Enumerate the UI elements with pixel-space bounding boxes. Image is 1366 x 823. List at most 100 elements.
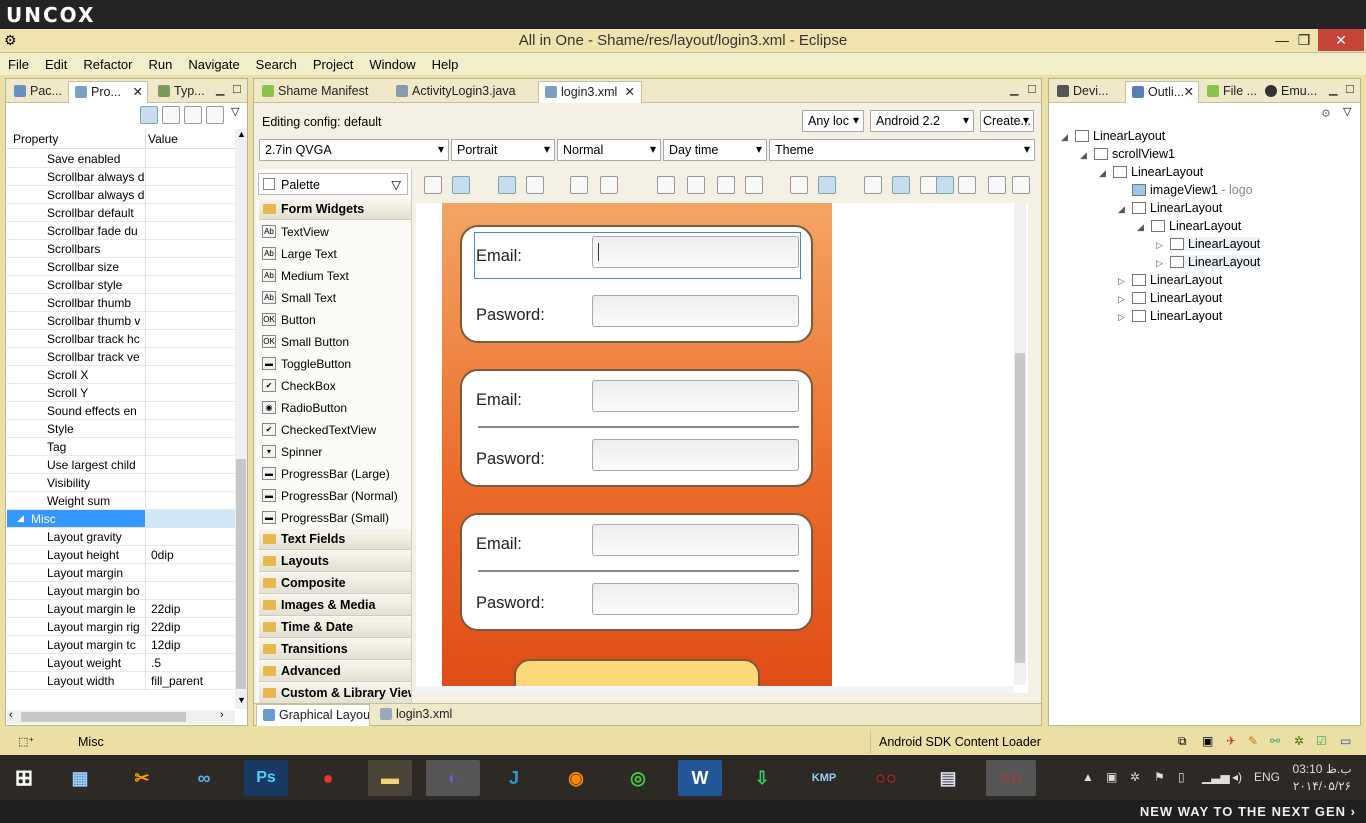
tray-volume-icon[interactable]: ◂) bbox=[1232, 770, 1242, 784]
collapse-icon[interactable]: ◢ bbox=[1118, 204, 1125, 215]
palette-item[interactable]: Ab Medium Text bbox=[259, 265, 409, 287]
property-value[interactable]: 22dip bbox=[145, 618, 235, 636]
property-value[interactable] bbox=[145, 492, 235, 510]
property-row[interactable]: Scrollbar always d bbox=[7, 186, 235, 204]
scroll-left-icon[interactable]: ‹ bbox=[9, 709, 13, 721]
menu-search[interactable]: Search bbox=[248, 57, 305, 72]
property-value[interactable] bbox=[145, 240, 235, 258]
palette-item[interactable]: Ab Large Text bbox=[259, 243, 409, 265]
view-menu-icon[interactable]: ▽ bbox=[1343, 105, 1351, 118]
palette-item[interactable]: Ab TextView bbox=[259, 221, 409, 243]
screen-icon[interactable]: ▭ bbox=[1340, 734, 1351, 748]
api-level-select[interactable]: Android 2.2 bbox=[870, 110, 974, 132]
collapse-icon[interactable]: ◢ bbox=[1137, 222, 1144, 233]
advanced-icon[interactable] bbox=[162, 106, 180, 124]
pin-icon[interactable] bbox=[206, 106, 224, 124]
bug-icon[interactable]: ✲ bbox=[1294, 734, 1304, 748]
tab-login3-xml[interactable]: login3.xml ✕ bbox=[538, 81, 642, 103]
property-value[interactable] bbox=[145, 564, 235, 582]
maximize-view-icon[interactable]: ☐ bbox=[232, 83, 242, 96]
infinity-app-icon[interactable]: ∞ bbox=[182, 760, 226, 796]
menu-refactor[interactable]: Refactor bbox=[75, 57, 140, 72]
console-icon[interactable]: ⧉ bbox=[1178, 734, 1187, 749]
property-value[interactable] bbox=[145, 150, 235, 168]
layout-vertical-icon[interactable] bbox=[452, 176, 470, 194]
collapse-icon[interactable]: ◢ bbox=[1061, 132, 1068, 143]
tab-xml-source[interactable]: login3.xml bbox=[374, 704, 464, 726]
selection-box[interactable] bbox=[474, 232, 801, 279]
property-row[interactable]: Tag bbox=[7, 438, 235, 456]
horizontal-mode-icon[interactable] bbox=[818, 176, 836, 194]
collapse-icon[interactable]: ◢ bbox=[1080, 150, 1087, 161]
palette-item[interactable]: ▾ Spinner bbox=[259, 441, 409, 463]
property-row[interactable]: Scrollbar default bbox=[7, 204, 235, 222]
toggle-fill-width-icon[interactable] bbox=[892, 176, 910, 194]
minimize-view-icon[interactable]: ▁ bbox=[216, 83, 224, 96]
palette-category[interactable]: Custom & Library View bbox=[259, 683, 411, 704]
canvas-hscrollbar[interactable] bbox=[416, 686, 1014, 693]
clock-date[interactable]: ۲۰۱۴/۰۵/۲۶ bbox=[1292, 779, 1352, 793]
email-field[interactable] bbox=[592, 524, 799, 556]
outline-node[interactable]: LinearLayout bbox=[1170, 255, 1261, 269]
property-row[interactable]: Layout width fill_parent bbox=[7, 672, 235, 690]
property-row[interactable]: Layout weight .5 bbox=[7, 654, 235, 672]
property-row[interactable]: Scrollbars bbox=[7, 240, 235, 258]
canvas-vscrollbar[interactable] bbox=[1014, 203, 1026, 685]
property-value[interactable]: 12dip bbox=[145, 636, 235, 654]
property-value[interactable] bbox=[145, 402, 235, 420]
create-config-button[interactable]: Create... bbox=[980, 110, 1034, 132]
start-windows-icon[interactable]: ⊞ bbox=[2, 760, 46, 796]
property-value[interactable] bbox=[145, 438, 235, 456]
property-row[interactable]: Scrollbar track ve bbox=[7, 348, 235, 366]
tab-emulator[interactable]: Emu... bbox=[1259, 81, 1323, 103]
email-field[interactable] bbox=[592, 380, 799, 412]
tab-type-hierarchy[interactable]: Typ... bbox=[152, 81, 210, 103]
maximize-view-icon[interactable]: ☐ bbox=[1345, 83, 1355, 96]
ui-mode-select[interactable]: Normal bbox=[557, 139, 661, 161]
properties-vscrollbar[interactable]: ▲ ▼ bbox=[235, 129, 247, 709]
locale-select[interactable]: Any loc bbox=[802, 110, 864, 132]
palette-category[interactable]: Form Widgets bbox=[259, 199, 411, 220]
property-value[interactable] bbox=[145, 204, 235, 222]
hierarchy-icon[interactable]: ⚯ bbox=[1270, 734, 1280, 748]
baseline-icon[interactable] bbox=[657, 176, 675, 194]
palette-item[interactable]: OK Small Button bbox=[259, 331, 409, 353]
file-explorer-icon[interactable]: ▬ bbox=[368, 760, 412, 796]
maximize-button[interactable]: ❐ bbox=[1286, 29, 1322, 51]
maximize-view-icon[interactable]: ☐ bbox=[1027, 83, 1037, 96]
scroll-down-icon[interactable]: ▼ bbox=[237, 695, 246, 705]
property-row[interactable]: Scrollbar track hc bbox=[7, 330, 235, 348]
scroll-thumb[interactable] bbox=[1015, 353, 1025, 663]
outline-node[interactable]: LinearLayout bbox=[1113, 165, 1203, 179]
property-row[interactable]: Scrollbar thumb bbox=[7, 294, 235, 312]
download-manager-icon[interactable]: ⇩ bbox=[740, 760, 784, 796]
outline-node[interactable]: scrollView1 bbox=[1094, 147, 1175, 161]
password-field[interactable] bbox=[592, 583, 799, 615]
property-row[interactable]: Scrollbar style bbox=[7, 276, 235, 294]
categories-icon[interactable] bbox=[140, 106, 158, 124]
tab-activity-java[interactable]: ActivityLogin3.java bbox=[390, 81, 536, 103]
palette-item[interactable]: ✔ CheckedTextView bbox=[259, 419, 409, 441]
fill-height-icon[interactable] bbox=[526, 176, 544, 194]
menu-file[interactable]: File bbox=[0, 57, 37, 72]
palette-item[interactable]: ▬ ProgressBar (Normal) bbox=[259, 485, 409, 507]
notepad-icon[interactable]: ▤ bbox=[926, 760, 970, 796]
sdk-manager-icon[interactable]: ▣ bbox=[1202, 734, 1213, 748]
device-select[interactable]: 2.7in QVGA bbox=[259, 139, 449, 161]
tray-app-icon[interactable]: ▣ bbox=[1106, 770, 1117, 784]
kmplayer-icon[interactable]: KMP bbox=[802, 760, 846, 796]
property-value[interactable] bbox=[145, 510, 235, 528]
scroll-right-icon[interactable]: › bbox=[220, 709, 224, 721]
property-value[interactable] bbox=[145, 420, 235, 438]
property-value[interactable] bbox=[145, 258, 235, 276]
outline-node[interactable]: LinearLayout bbox=[1132, 201, 1222, 215]
property-value[interactable] bbox=[145, 294, 235, 312]
palette-category[interactable]: Advanced bbox=[259, 661, 411, 682]
fast-view-icon[interactable]: ⬚⁺ bbox=[18, 735, 34, 748]
restore-default-icon[interactable] bbox=[184, 106, 202, 124]
expand-icon[interactable]: ▷ bbox=[1156, 240, 1163, 251]
menu-project[interactable]: Project bbox=[305, 57, 361, 72]
property-value[interactable] bbox=[145, 582, 235, 600]
property-value[interactable]: fill_parent bbox=[145, 672, 235, 690]
palette-item[interactable]: ▬ ToggleButton bbox=[259, 353, 409, 375]
